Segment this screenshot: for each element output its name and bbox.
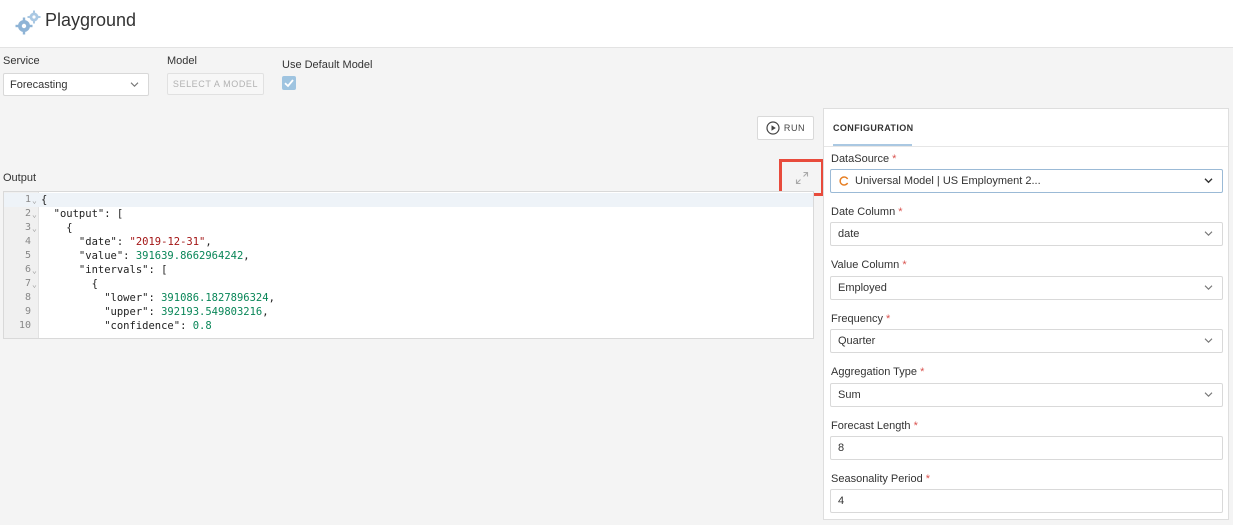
code-text: "date": "2019-12-31", bbox=[41, 236, 212, 248]
datasource-value: Universal Model | US Employment 2... bbox=[855, 175, 1041, 187]
fold-chevron-icon[interactable]: ⌄ bbox=[32, 264, 37, 278]
code-text: { bbox=[41, 222, 73, 234]
fold-chevron-icon[interactable]: ⌄ bbox=[32, 208, 37, 222]
seasonality-period-value: 4 bbox=[838, 495, 845, 507]
main-content: Service Forecasting Model SELECT A MODEL… bbox=[0, 48, 1233, 525]
spinner-icon bbox=[839, 176, 849, 186]
play-circle-icon bbox=[766, 121, 780, 135]
forecast-length-label: Forecast Length * bbox=[831, 420, 918, 432]
code-line: 5 "value": 391639.8662964242, bbox=[4, 249, 813, 263]
chevron-down-icon bbox=[1204, 285, 1213, 290]
code-line: 2 ⌄ "output": [ bbox=[4, 207, 813, 221]
tab-configuration[interactable]: CONFIGURATION bbox=[833, 123, 914, 133]
configuration-panel: CONFIGURATION DataSource * Universal Mod… bbox=[823, 108, 1229, 520]
select-model-button[interactable]: SELECT A MODEL bbox=[167, 73, 264, 95]
line-number: 7 bbox=[24, 278, 31, 289]
line-number: 4 bbox=[24, 236, 31, 247]
date-column-label: Date Column * bbox=[831, 206, 903, 218]
code-text: "lower": 391086.1827896324, bbox=[41, 292, 275, 304]
line-number: 9 bbox=[24, 306, 31, 317]
aggregation-type-value: Sum bbox=[838, 389, 861, 401]
active-tab-indicator bbox=[833, 144, 912, 146]
code-line: 9 "upper": 392193.549803216, bbox=[4, 305, 813, 319]
frequency-value: Quarter bbox=[838, 335, 876, 347]
fold-chevron-icon[interactable]: ⌄ bbox=[32, 194, 37, 208]
code-text: { bbox=[41, 278, 98, 290]
fold-chevron-icon[interactable]: ⌄ bbox=[32, 278, 37, 292]
line-number: 3 bbox=[24, 222, 31, 233]
service-select[interactable]: Forecasting bbox=[3, 73, 149, 96]
seasonality-period-label: Seasonality Period * bbox=[831, 473, 931, 485]
code-text: { bbox=[41, 194, 48, 206]
service-value: Forecasting bbox=[10, 78, 68, 91]
chevron-down-icon bbox=[1204, 178, 1213, 184]
code-text: "value": 391639.8662964242, bbox=[41, 250, 250, 262]
page-title: Playground bbox=[45, 10, 137, 30]
datasource-label: DataSource * bbox=[831, 153, 897, 165]
default-model-checkbox[interactable] bbox=[282, 76, 296, 90]
code-line: 3 ⌄ { bbox=[4, 221, 813, 235]
frequency-label: Frequency * bbox=[831, 313, 891, 325]
datasource-select[interactable]: Universal Model | US Employment 2... bbox=[830, 169, 1223, 193]
model-label: Model bbox=[167, 55, 197, 67]
line-number: 10 bbox=[18, 320, 31, 331]
code-line: 10 "confidence": 0.8 bbox=[4, 319, 813, 333]
fold-chevron-icon[interactable]: ⌄ bbox=[32, 222, 37, 236]
chevron-down-icon bbox=[1204, 338, 1213, 343]
code-text: "upper": 392193.549803216, bbox=[41, 306, 269, 318]
line-number: 2 bbox=[24, 208, 31, 219]
code-line: 7 ⌄ { bbox=[4, 277, 813, 291]
frequency-select[interactable]: Quarter bbox=[830, 329, 1223, 353]
value-column-value: Employed bbox=[838, 282, 887, 294]
date-column-value: date bbox=[838, 228, 860, 240]
value-column-select[interactable]: Employed bbox=[830, 276, 1223, 300]
code-line: 8 "lower": 391086.1827896324, bbox=[4, 291, 813, 305]
line-number: 1 bbox=[24, 194, 31, 205]
chevron-down-icon bbox=[1204, 231, 1213, 236]
forecast-length-value: 8 bbox=[838, 442, 845, 454]
run-button[interactable]: RUN bbox=[757, 116, 814, 140]
gears-icon bbox=[15, 10, 41, 35]
aggregation-type-select[interactable]: Sum bbox=[830, 383, 1223, 407]
code-line: 1 ⌄ { bbox=[4, 193, 813, 207]
date-column-select[interactable]: date bbox=[830, 222, 1223, 246]
aggregation-type-label: Aggregation Type * bbox=[831, 366, 925, 378]
default-model-label: Use Default Model bbox=[282, 59, 373, 71]
output-editor[interactable]: 1 ⌄{2 ⌄ "output": [3 ⌄ {4 "date": "2019-12-… bbox=[3, 191, 814, 339]
check-icon bbox=[284, 79, 294, 88]
chevron-down-icon bbox=[1204, 392, 1213, 397]
code-text: "output": [ bbox=[41, 208, 124, 220]
run-label: RUN bbox=[783, 123, 806, 133]
service-label: Service bbox=[3, 55, 40, 67]
chevron-down-icon bbox=[130, 81, 139, 87]
line-number: 5 bbox=[24, 250, 31, 261]
line-number: 6 bbox=[24, 264, 31, 275]
seasonality-period-input[interactable]: 4 bbox=[830, 489, 1223, 513]
app-header: Playground bbox=[0, 0, 1233, 48]
code-line: 6 ⌄ "intervals": [ bbox=[4, 263, 813, 277]
value-column-label: Value Column * bbox=[831, 259, 907, 271]
config-tab-bar: CONFIGURATION bbox=[824, 109, 1228, 147]
code-line: 4 "date": "2019-12-31", bbox=[4, 235, 813, 249]
output-label: Output bbox=[3, 172, 37, 184]
line-number: 8 bbox=[24, 292, 31, 303]
code-text: "confidence": 0.8 bbox=[41, 320, 212, 332]
expand-icon bbox=[795, 171, 808, 184]
forecast-length-input[interactable]: 8 bbox=[830, 436, 1223, 460]
code-text: "intervals": [ bbox=[41, 264, 168, 276]
